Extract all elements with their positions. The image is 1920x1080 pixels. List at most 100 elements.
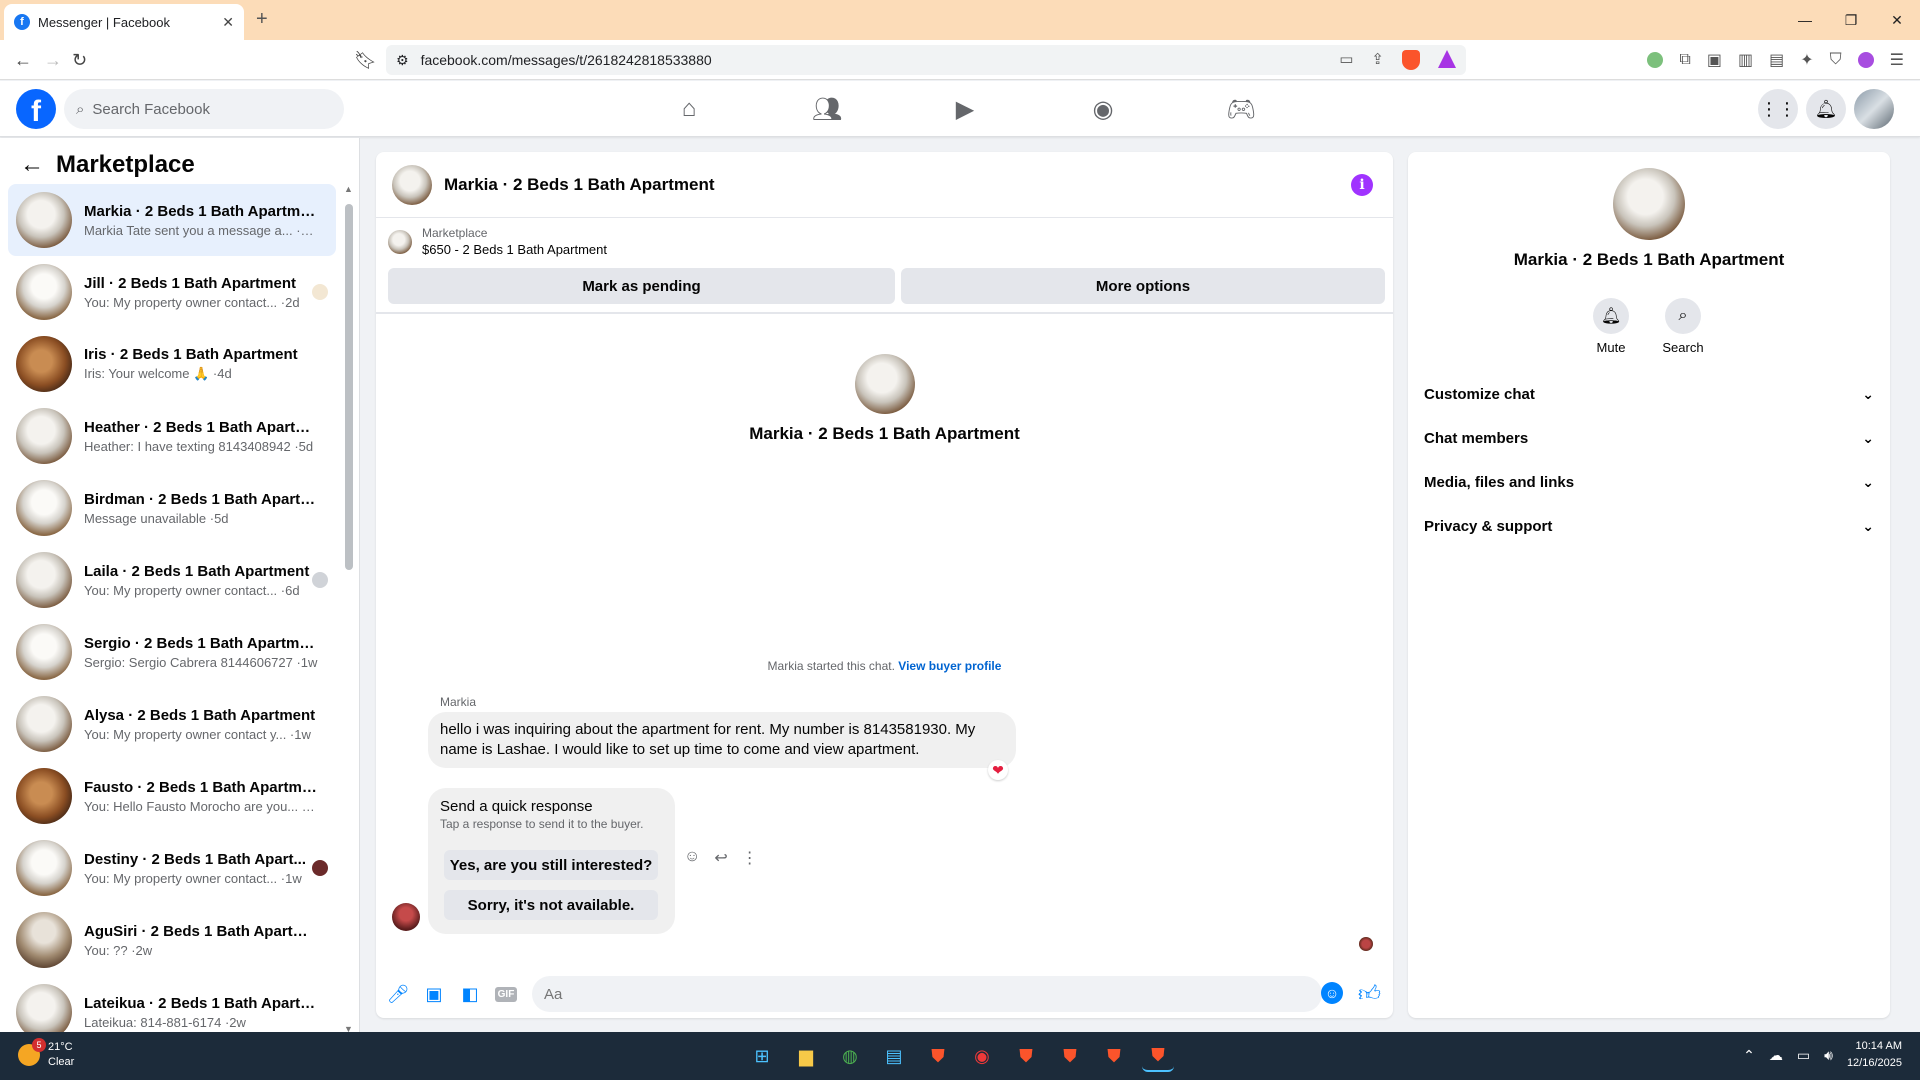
bookmark-icon[interactable]: 🔖︎ <box>354 50 377 71</box>
message-bubble[interactable]: hello i was inquiring about the apartmen… <box>428 712 1016 768</box>
mark-pending-button[interactable]: Mark as pending <box>388 268 895 304</box>
brave-rewards-icon[interactable] <box>1438 50 1456 68</box>
share-icon[interactable]: ⇪ <box>1371 50 1384 70</box>
sender-avatar[interactable] <box>392 903 420 931</box>
brave-dev-icon[interactable]: ⛊ <box>1098 1040 1130 1072</box>
groups-icon[interactable]: ◉ <box>1034 81 1172 137</box>
more-options-button[interactable]: More options <box>901 268 1385 304</box>
restore-button[interactable]: ❐ <box>1828 0 1874 40</box>
conversation-item[interactable]: Heather · 2 Beds 1 Bath Apartme... Heathe… <box>8 400 336 472</box>
brave-beta-icon[interactable]: ⛊ <box>1010 1040 1042 1072</box>
profile-extension-icon[interactable] <box>1857 52 1874 68</box>
network-icon[interactable]: ▭ <box>1797 1047 1810 1064</box>
scroll-up-icon[interactable]: ▲ <box>344 184 353 194</box>
conversation-item[interactable]: Jill · 2 Beds 1 Bath Apartment You: My pr… <box>8 256 336 328</box>
puzzle-icon[interactable]: ⧉ <box>1679 51 1690 69</box>
message-input[interactable] <box>532 976 1322 1012</box>
cast-icon[interactable]: ▭ <box>1339 50 1353 70</box>
quick-reply-not-available-button[interactable]: Sorry, it's not available. <box>444 890 658 920</box>
new-tab-button[interactable]: + <box>256 8 268 31</box>
sidebar-scrollbar[interactable]: ▲ ▼ <box>344 184 353 1032</box>
wallet-icon[interactable]: ▤ <box>1769 50 1784 70</box>
window-controls: — ❐ ✕ <box>1782 0 1920 40</box>
menu-icon[interactable]: ☰ <box>1890 50 1904 70</box>
section-media-files-links[interactable]: Media, files and links ⌄ <box>1424 460 1874 504</box>
conversation-item[interactable]: AguSiri · 2 Beds 1 Bath Apartment You: ??… <box>8 904 336 976</box>
microphone-icon[interactable]: 🎤︎ <box>380 984 416 1005</box>
conversation-item[interactable]: Sergio · 2 Beds 1 Bath Apartment Sergio: … <box>8 616 336 688</box>
chat-title[interactable]: Markia · 2 Beds 1 Bath Apartment <box>444 175 715 195</box>
brave-icon[interactable]: ⛊ <box>922 1040 954 1072</box>
react-smiley-icon[interactable]: ☺ <box>684 848 700 868</box>
screenshot-icon[interactable]: ▣ <box>1707 50 1722 70</box>
home-icon[interactable]: ⌂ <box>620 81 758 137</box>
extension-green-icon[interactable] <box>1647 52 1664 68</box>
sticker-icon[interactable]: ◧ <box>452 984 488 1005</box>
emoji-icon[interactable]: ☺ <box>1321 982 1343 1004</box>
mute-action[interactable]: 🔔︎ Mute <box>1581 298 1641 355</box>
heart-reaction-icon[interactable]: ❤ <box>988 760 1008 780</box>
scrollbar-thumb[interactable] <box>345 204 353 570</box>
vivaldi-icon[interactable]: ◉ <box>966 1040 998 1072</box>
volume-icon[interactable]: 🔊︎ <box>1824 1047 1833 1064</box>
conversation-item[interactable]: Laila · 2 Beds 1 Bath Apartment You: My p… <box>8 544 336 616</box>
browser-tab[interactable]: f Messenger | Facebook ✕ <box>4 4 244 40</box>
windows-start-icon[interactable]: ⊞ <box>746 1040 778 1072</box>
reload-button[interactable]: ↻ <box>72 50 87 71</box>
close-window-button[interactable]: ✕ <box>1874 0 1920 40</box>
notifications-bell-icon[interactable]: 🔔︎ <box>1806 89 1846 129</box>
conversation-item[interactable]: Destiny · 2 Beds 1 Bath Apart... You: My … <box>8 832 336 904</box>
back-button[interactable]: ← <box>14 50 32 71</box>
info-icon[interactable]: i <box>1351 174 1373 196</box>
search-action[interactable]: ⌕ Search <box>1653 298 1713 355</box>
weather-widget[interactable]: 5 21°C Clear <box>18 1038 74 1070</box>
forward-button[interactable]: → <box>44 50 62 71</box>
account-avatar[interactable] <box>1854 89 1894 129</box>
leo-ai-icon[interactable]: ✦ <box>1800 50 1813 70</box>
facebook-search[interactable]: ⌕ Search Facebook <box>64 89 344 129</box>
thumbs-up-icon[interactable]: 👍︎ <box>1358 980 1381 1007</box>
tray-chevron-icon[interactable]: ⌃ <box>1743 1047 1755 1064</box>
gaming-icon[interactable]: 🎮︎ <box>1172 81 1310 137</box>
more-vertical-icon[interactable]: ⋮ <box>742 848 758 868</box>
view-buyer-profile-link[interactable]: View buyer profile <box>898 659 1001 673</box>
conversation-item[interactable]: Markia · 2 Beds 1 Bath Apartment Markia T… <box>8 184 336 256</box>
sidebar-icon[interactable]: ▥ <box>1738 50 1753 70</box>
file-explorer-icon[interactable]: ▆ <box>790 1040 822 1072</box>
menu-grid-icon[interactable]: ⋮⋮ <box>1758 89 1798 129</box>
conversation-preview: Lateikua: 814-881-6174 ·2w <box>84 1014 246 1030</box>
reply-icon[interactable]: ↩ <box>714 848 727 868</box>
conversation-item[interactable]: Birdman · 2 Beds 1 Bath Apartm... Message… <box>8 472 336 544</box>
conversation-name: Destiny · 2 Beds 1 Bath Apart... <box>84 850 306 868</box>
facebook-logo-icon[interactable]: f <box>16 89 56 129</box>
conversation-item[interactable]: Fausto · 2 Beds 1 Bath Apartment You: Hel… <box>8 760 336 832</box>
close-tab-icon[interactable]: ✕ <box>222 14 234 31</box>
video-icon[interactable]: ▶ <box>896 81 1034 137</box>
section-chat-members[interactable]: Chat members ⌄ <box>1424 416 1874 460</box>
minimize-button[interactable]: — <box>1782 0 1828 40</box>
url-field[interactable]: ⚙ facebook.com/messages/t/26182428185338… <box>386 45 1466 75</box>
brave-shields-icon[interactable] <box>1402 50 1420 70</box>
back-arrow-icon[interactable]: ← <box>20 151 44 179</box>
chat-avatar[interactable] <box>392 164 432 205</box>
section-privacy-support[interactable]: Privacy & support ⌄ <box>1424 504 1874 548</box>
quick-reply-interested-button[interactable]: Yes, are you still interested? <box>444 850 658 880</box>
conversation-item[interactable]: Lateikua · 2 Beds 1 Bath Apartm... Lateik… <box>8 976 336 1032</box>
clock[interactable]: 10:14 AM 12/16/2025 <box>1847 1038 1902 1072</box>
gif-icon[interactable]: GIF <box>488 986 524 1002</box>
vpn-icon[interactable]: ⛉ <box>1830 51 1842 69</box>
conversation-item[interactable]: Alysa · 2 Beds 1 Bath Apartment You: My p… <box>8 688 336 760</box>
friends-icon[interactable]: 👥︎ <box>758 81 896 137</box>
onedrive-icon[interactable]: ☁ <box>1769 1047 1783 1064</box>
conversation-preview: You: My property owner contact y... ·1w <box>84 726 311 742</box>
brave-active-icon[interactable]: ⛊ <box>1142 1040 1174 1072</box>
photo-icon[interactable]: ▣ <box>416 984 452 1005</box>
site-settings-icon[interactable]: ⚙ <box>396 52 409 69</box>
conversation-item[interactable]: Iris · 2 Beds 1 Bath Apartment Iris: Your… <box>8 328 336 400</box>
section-customize-chat[interactable]: Customize chat ⌄ <box>1424 372 1874 416</box>
scroll-down-icon[interactable]: ▼ <box>344 1024 353 1032</box>
brave-nightly-icon[interactable]: ⛊ <box>1054 1040 1086 1072</box>
listing-summary[interactable]: Marketplace $650 - 2 Beds 1 Bath Apartme… <box>388 226 607 257</box>
notepad-icon[interactable]: ▤ <box>878 1040 910 1072</box>
chrome-icon[interactable]: ◍ <box>834 1040 866 1072</box>
